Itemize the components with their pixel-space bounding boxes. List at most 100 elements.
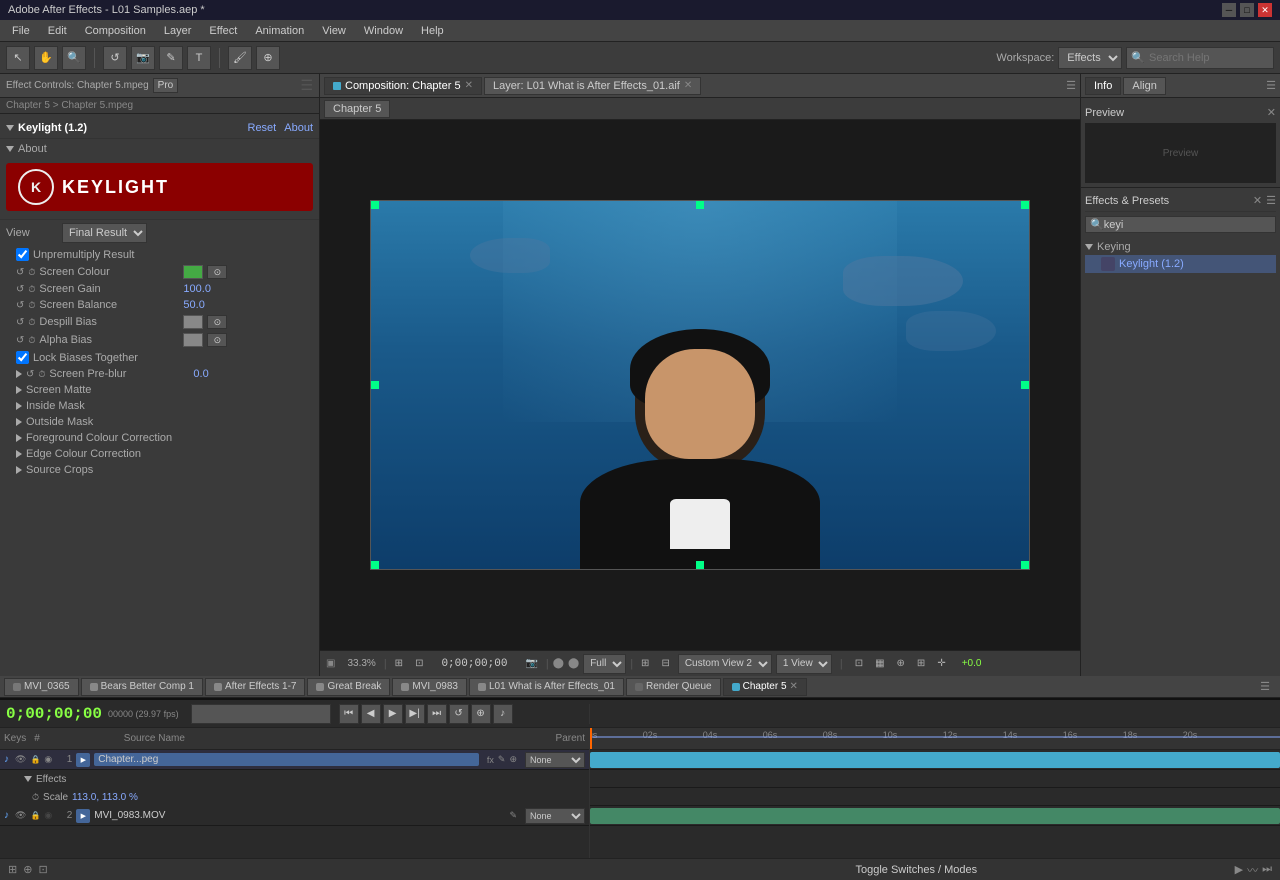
tab-align[interactable]: Align bbox=[1123, 77, 1165, 95]
tool-clone[interactable]: ⊕ bbox=[256, 46, 280, 70]
bottom-tab-great[interactable]: Great Break bbox=[307, 678, 390, 696]
menu-window[interactable]: Window bbox=[356, 23, 411, 39]
handle-br[interactable] bbox=[1021, 561, 1029, 569]
vt-grid[interactable]: ⊞ bbox=[391, 658, 407, 669]
handle-tm[interactable] bbox=[696, 201, 704, 209]
menu-effect[interactable]: Effect bbox=[201, 23, 245, 39]
bottom-tab-mvi0365[interactable]: MVI_0365 bbox=[4, 678, 79, 696]
screen-balance-stopwatch[interactable]: ⏱ bbox=[28, 300, 35, 311]
panel-menu-icon[interactable]: ☰ bbox=[300, 77, 313, 94]
maximize-button[interactable]: □ bbox=[1240, 3, 1254, 17]
screen-matte-expand[interactable] bbox=[16, 386, 22, 394]
tool-pen[interactable]: ✎ bbox=[159, 46, 183, 70]
despill-cycle[interactable]: ↺ bbox=[16, 317, 24, 328]
vt-btn3[interactable]: ⊕ bbox=[893, 658, 909, 669]
handle-ml[interactable] bbox=[371, 381, 379, 389]
bottom-tab-mvi0983[interactable]: MVI_0983 bbox=[392, 678, 467, 696]
pre-blur-stopwatch[interactable]: ⏱ bbox=[38, 369, 45, 380]
tool-arrow[interactable]: ↖ bbox=[6, 46, 30, 70]
close-button[interactable]: ✕ bbox=[1258, 3, 1272, 17]
outside-mask-expand[interactable] bbox=[16, 418, 22, 426]
ep-menu[interactable]: ☰ bbox=[1266, 194, 1276, 207]
expand-icon[interactable] bbox=[6, 125, 14, 131]
alpha-stopwatch[interactable]: ⏱ bbox=[28, 335, 35, 346]
vt-mask[interactable]: ⊡ bbox=[411, 658, 427, 669]
source-crops-expand[interactable] bbox=[16, 466, 22, 474]
pre-blur-expand[interactable] bbox=[16, 370, 22, 378]
vt-checkerboard[interactable]: ⊞ bbox=[637, 658, 653, 669]
tool-zoom[interactable]: 🔍 bbox=[62, 46, 86, 70]
track1-bar[interactable] bbox=[590, 752, 1280, 768]
tool-brush[interactable]: 🖌 bbox=[228, 46, 252, 70]
layer1-solo[interactable]: ◉ bbox=[44, 754, 52, 765]
quality-select[interactable]: Full bbox=[583, 654, 626, 674]
toggle-switches-btn[interactable]: Toggle Switches / Modes bbox=[855, 864, 977, 876]
handle-mr[interactable] bbox=[1021, 381, 1029, 389]
comp-tab-close[interactable]: ✕ bbox=[465, 80, 473, 91]
tool-hand[interactable]: ✋ bbox=[34, 46, 58, 70]
despill-swatch[interactable] bbox=[183, 315, 203, 329]
vt-camera[interactable]: 📷 bbox=[521, 658, 541, 669]
edge-colour-expand[interactable] bbox=[16, 450, 22, 458]
screen-balance-value[interactable]: 50.0 bbox=[183, 299, 204, 311]
bottom-tab-render[interactable]: Render Queue bbox=[626, 678, 721, 696]
about-expand-icon[interactable] bbox=[6, 146, 14, 152]
screen-colour-stopwatch[interactable]: ⏱ bbox=[28, 267, 35, 278]
despill-stopwatch[interactable]: ⏱ bbox=[28, 317, 35, 328]
menu-composition[interactable]: Composition bbox=[77, 23, 154, 39]
chapter-label[interactable]: Chapter 5 bbox=[324, 100, 390, 118]
effects-expand[interactable] bbox=[24, 776, 32, 782]
menu-view[interactable]: View bbox=[314, 23, 354, 39]
pre-blur-value[interactable]: 0.0 bbox=[193, 368, 208, 380]
tc-prev[interactable]: ◀ bbox=[361, 704, 381, 724]
alpha-bias-eyedropper[interactable]: ⊙ bbox=[207, 333, 227, 347]
statusbar-end-icon[interactable]: ⏭ bbox=[1262, 863, 1272, 876]
handle-bl[interactable] bbox=[371, 561, 379, 569]
screen-colour-swatch[interactable] bbox=[183, 265, 203, 279]
fg-colour-expand[interactable] bbox=[16, 434, 22, 442]
alpha-bias-swatch[interactable] bbox=[183, 333, 203, 347]
layer2-name[interactable]: MVI_0983.MOV bbox=[94, 810, 501, 821]
comp-tabs-menu[interactable]: ☰ bbox=[1066, 79, 1076, 92]
layer2-pencil[interactable]: ✎ bbox=[509, 810, 517, 821]
vt-btn4[interactable]: ⊞ bbox=[913, 658, 929, 669]
vt-btn2[interactable]: ▦ bbox=[871, 658, 888, 669]
screen-balance-cycle[interactable]: ↺ bbox=[16, 300, 24, 311]
about-btn[interactable]: About bbox=[284, 122, 313, 134]
rp-tabs-menu[interactable]: ☰ bbox=[1266, 79, 1276, 92]
screen-colour-cycle[interactable]: ↺ bbox=[16, 267, 24, 278]
ep-search-input[interactable] bbox=[1104, 219, 1224, 231]
layer2-vis[interactable]: 👁 bbox=[15, 810, 26, 821]
chapter5-close[interactable]: ✕ bbox=[790, 681, 798, 692]
track2-bar[interactable] bbox=[590, 808, 1280, 824]
tc-audio[interactable]: ♪ bbox=[493, 704, 513, 724]
preview-close[interactable]: ✕ bbox=[1267, 106, 1276, 119]
layer1-parent[interactable]: None bbox=[525, 752, 585, 768]
minimize-button[interactable]: ─ bbox=[1222, 3, 1236, 17]
timeline-search[interactable] bbox=[191, 704, 331, 724]
tc-home[interactable]: ⏮ bbox=[339, 704, 359, 724]
screen-colour-eyedropper[interactable]: ⊙ bbox=[207, 265, 227, 279]
handle-tr[interactable] bbox=[1021, 201, 1029, 209]
scale-stopwatch[interactable]: ⏱ bbox=[32, 792, 39, 803]
tc-end[interactable]: ⏭ bbox=[427, 704, 447, 724]
reset-btn[interactable]: Reset bbox=[248, 122, 277, 134]
tl-playhead[interactable] bbox=[590, 728, 592, 749]
tc-ram[interactable]: ⊕ bbox=[471, 704, 491, 724]
zoom-level[interactable]: 33.3% bbox=[343, 658, 379, 669]
menu-file[interactable]: File bbox=[4, 23, 38, 39]
handle-tl[interactable] bbox=[371, 201, 379, 209]
view-select[interactable]: Custom View 2 bbox=[678, 654, 772, 674]
menu-help[interactable]: Help bbox=[413, 23, 452, 39]
bottom-tab-ae17[interactable]: After Effects 1-7 bbox=[205, 678, 306, 696]
bottom-tabs-menu[interactable]: ☰ bbox=[1254, 680, 1276, 693]
layer1-blend[interactable]: ⊕ bbox=[509, 754, 517, 765]
ep-close[interactable]: ✕ bbox=[1253, 194, 1262, 207]
layer2-parent[interactable]: None bbox=[525, 808, 585, 824]
tool-text[interactable]: T bbox=[187, 46, 211, 70]
statusbar-wave-icon[interactable]: 〰 bbox=[1247, 862, 1258, 878]
tool-camera[interactable]: 📷 bbox=[131, 46, 155, 70]
comp-tab-layer[interactable]: Layer: L01 What is After Effects_01.aif … bbox=[484, 77, 701, 95]
tc-play[interactable]: ▶ bbox=[383, 704, 403, 724]
lock-biases-checkbox[interactable] bbox=[16, 351, 29, 364]
